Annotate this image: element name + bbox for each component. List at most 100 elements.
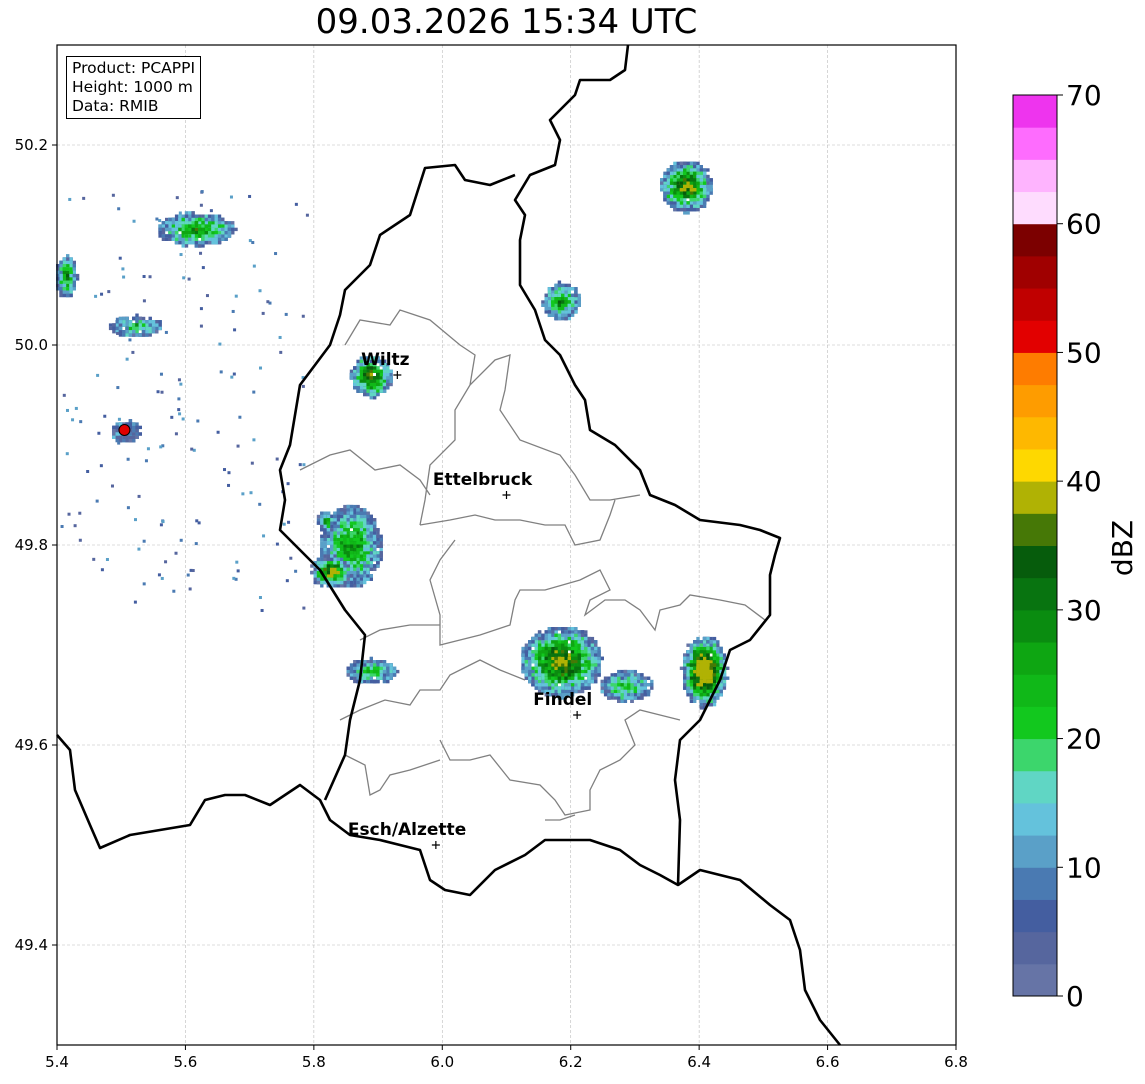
radar-echo-pixel (198, 217, 202, 222)
radar-echo-pixel (138, 316, 142, 321)
radar-echo-pixel (683, 161, 687, 166)
radar-echo-pixel (369, 528, 373, 532)
radar-echo-pixel (339, 551, 344, 555)
radar-echo-pixel (686, 184, 690, 189)
radar-echo-pixel (696, 188, 700, 192)
radar-echo-pixel (376, 369, 380, 373)
radar-echo-pixel (359, 584, 364, 588)
radar-echo-pixel (689, 198, 694, 202)
radar-echo-pixel (128, 333, 133, 337)
radar-echo-pixel (323, 531, 327, 535)
radar-echo-pixel (181, 237, 185, 241)
radar-echo-pixel (699, 181, 703, 185)
radar-echo-pixel (363, 524, 367, 529)
radar-echo-pixel (366, 379, 370, 383)
radar-echo-pixel (706, 184, 710, 189)
radar-echo-pixel (353, 570, 357, 575)
radar-echo-pixel (686, 171, 690, 175)
radar-echo-pixel (554, 303, 558, 307)
radar-echo-pixel (369, 372, 373, 377)
radar-echo-pixel (679, 207, 684, 212)
radar-echo-pixel (72, 283, 76, 288)
radar-echo-pixel (330, 574, 334, 578)
radar-echo-pixel (174, 221, 179, 225)
radar-echo-pixel (567, 290, 571, 294)
radar-echo-pixel (118, 326, 123, 331)
radar-echo-pixel (333, 541, 337, 545)
radar-echo-pixel (161, 224, 166, 228)
radar-echo-pixel (188, 214, 192, 218)
radar-echo-pixel (336, 524, 340, 529)
radar-echo-pixel (673, 178, 677, 182)
radar-echo-pixel (356, 554, 360, 558)
radar-echo-pixel (363, 554, 367, 558)
radar-echo-pixel (709, 188, 713, 192)
radar-echo-pixel (141, 333, 146, 337)
radar-echo-pixel (696, 201, 700, 205)
radar-echo-pixel (217, 214, 222, 218)
radar-echo-pixel (346, 567, 350, 571)
radar-echo-pixel (669, 168, 674, 172)
radar-echo-pixel (366, 541, 370, 545)
radar-echo-pixel (346, 508, 350, 512)
radar-echo-pixel (349, 534, 354, 538)
radar-echo-pixel (372, 537, 377, 542)
radar-echo-pixel (171, 221, 175, 225)
radar-echo-pixel (145, 333, 149, 337)
radar-echo-pixel (151, 323, 156, 327)
radar-echo-pixel (174, 234, 179, 238)
radar-echo-pixel (330, 541, 334, 545)
radar-echo-pixel (363, 389, 367, 393)
radar-echo-pixel (363, 570, 367, 575)
radar-echo-pixel (366, 534, 370, 538)
radar-echo-pixel (353, 528, 357, 532)
radar-echo-pixel (207, 234, 212, 238)
radar-echo-pixel (706, 178, 710, 182)
radar-echo-pixel (214, 234, 218, 238)
radar-echo-pixel (201, 214, 205, 218)
radar-echo-pixel (702, 178, 707, 182)
radar-echo-pixel (323, 544, 327, 548)
radar-echo-pixel (359, 376, 364, 380)
radar-echo-pixel (158, 323, 162, 327)
radar-echo-pixel (333, 564, 337, 568)
radar-echo-pixel (359, 541, 364, 545)
radar-echo-pixel (346, 518, 350, 522)
radar-echo-pixel (356, 504, 360, 509)
radar-echo-pixel (547, 290, 552, 294)
radar-echo-pixel (666, 188, 670, 192)
radar-echo-pixel (188, 224, 192, 228)
radar-echo-pixel (336, 564, 340, 568)
radar-echo-pixel (686, 165, 690, 169)
radar-echo-pixel (125, 330, 129, 334)
radar-echo-pixel (217, 224, 222, 228)
radar-echo-pixel (125, 333, 129, 337)
radar-echo-pixel (168, 237, 172, 241)
radar-echo-pixel (689, 178, 694, 182)
radar-echo-pixel (171, 237, 175, 241)
radar-echo-pixel (69, 270, 73, 274)
radar-echo-pixel (376, 392, 380, 397)
radar-echo-pixel (161, 221, 166, 225)
radar-echo-pixel (673, 201, 677, 205)
radar-echo-pixel (699, 174, 703, 179)
radar-echo-pixel (333, 561, 337, 565)
radar-echo-pixel (343, 528, 347, 532)
radar-echo-pixel (66, 277, 70, 281)
radar-echo-pixel (702, 194, 707, 199)
radar-echo-pixel (343, 521, 347, 525)
radar-echo-pixel (72, 287, 76, 291)
radar-echo-pixel (227, 227, 232, 232)
radar-echo-pixel (660, 184, 664, 189)
radar-echo-pixel (389, 369, 393, 373)
radar-echo-pixel (323, 561, 327, 565)
radar-echo-pixel (696, 165, 700, 169)
radar-echo-pixel (683, 168, 687, 172)
radar-echo-pixel (379, 389, 383, 393)
radar-echo-pixel (363, 514, 367, 519)
radar-echo-pixel (669, 181, 674, 185)
radar-echo-pixel (363, 551, 367, 555)
radar-echo-pixel (547, 293, 552, 298)
radar-echo-pixel (191, 214, 195, 218)
radar-echo-pixel (339, 561, 344, 565)
